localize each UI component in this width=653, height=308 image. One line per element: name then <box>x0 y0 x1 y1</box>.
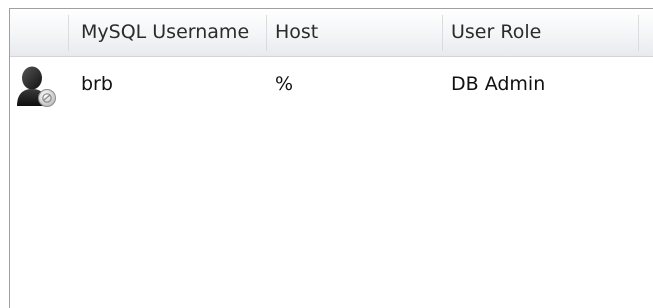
username-cell: brb <box>81 73 113 95</box>
host-cell: % <box>275 73 294 95</box>
user-icon-cell <box>10 58 68 110</box>
table-row[interactable]: brb % DB Admin <box>10 58 653 110</box>
user-role-cell: DB Admin <box>451 73 546 95</box>
user-avatar-icon <box>17 66 56 107</box>
table-header: MySQL Username Host User Role <box>10 9 653 57</box>
column-header-user-role[interactable]: User Role <box>442 9 638 56</box>
column-divider[interactable] <box>638 15 639 51</box>
column-header-username[interactable]: MySQL Username <box>72 9 266 56</box>
user-table: MySQL Username Host User Role brb % DB A… <box>9 8 653 308</box>
column-header-host[interactable]: Host <box>266 9 442 56</box>
column-divider[interactable] <box>68 15 69 51</box>
column-header-icon[interactable] <box>10 9 68 56</box>
